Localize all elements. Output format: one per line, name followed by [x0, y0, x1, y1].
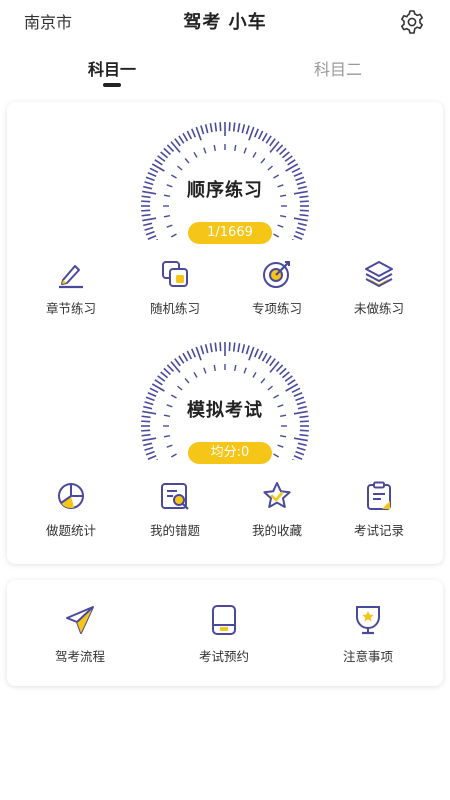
chapter-practice-button[interactable]: 章节练习	[21, 254, 121, 324]
progress-badge: 1/1669	[188, 222, 272, 244]
subject-tabs: 科目一 科目二	[0, 48, 450, 92]
chapter-practice-label: 章节练习	[45, 301, 96, 316]
pie-chart-icon	[58, 483, 84, 509]
paper-plane-icon	[66, 606, 94, 634]
tab-subject-two[interactable]: 科目二	[288, 56, 388, 80]
tablet-icon	[212, 605, 236, 635]
trophy-icon	[356, 606, 380, 635]
statistics-button[interactable]: 做题统计	[21, 476, 121, 546]
tools-card: 驾考流程 考试预约 注意事项	[7, 580, 443, 686]
unanswered-practice-button[interactable]: 未做练习	[329, 254, 429, 324]
pencil-icon	[59, 265, 83, 289]
favorites-button[interactable]: 我的收藏	[227, 476, 327, 546]
practice-card: 顺序练习 1/1669 章节练习 随机练习 专项练习 未做练习 模拟考试 均分:…	[7, 102, 443, 564]
mock-exam-gauge[interactable]: 模拟考试 均分:0	[135, 340, 315, 464]
exam-booking-button[interactable]: 考试预约	[164, 600, 284, 670]
exam-grid: 做题统计 我的错题 我的收藏 考试记录	[7, 476, 443, 546]
topic-practice-label: 专项练习	[251, 301, 302, 316]
unanswered-practice-label: 未做练习	[353, 301, 404, 316]
exam-records-button[interactable]: 考试记录	[329, 476, 429, 546]
layers-icon	[365, 261, 393, 287]
sequential-practice-label: 顺序练习	[187, 180, 263, 201]
sequential-practice-gauge[interactable]: 顺序练习 1/1669	[135, 120, 315, 244]
page-title: 驾考 小车	[183, 12, 267, 33]
tab-active-indicator	[103, 83, 121, 87]
shuffle-cards-icon	[162, 261, 188, 287]
mock-exam-label: 模拟考试	[187, 400, 263, 421]
wrong-questions-button[interactable]: 我的错题	[125, 476, 225, 546]
average-score-badge: 均分:0	[188, 442, 272, 464]
wrong-questions-label: 我的错题	[149, 523, 200, 538]
exam-booking-label: 考试预约	[198, 649, 249, 664]
random-practice-button[interactable]: 随机练习	[125, 254, 225, 324]
exam-process-button[interactable]: 驾考流程	[20, 600, 140, 670]
notes-button[interactable]: 注意事项	[308, 600, 428, 670]
practice-grid: 章节练习 随机练习 专项练习 未做练习	[7, 254, 443, 324]
star-icon	[263, 482, 291, 508]
header: 南京市 驾考 小车	[0, 0, 450, 42]
gear-icon	[401, 10, 423, 34]
topic-practice-button[interactable]: 专项练习	[227, 254, 327, 324]
error-search-icon	[161, 483, 189, 510]
target-icon	[263, 261, 290, 288]
exam-records-label: 考试记录	[353, 523, 404, 538]
notes-label: 注意事项	[342, 649, 393, 664]
statistics-label: 做题统计	[45, 523, 96, 538]
settings-button[interactable]	[398, 8, 426, 36]
random-practice-label: 随机练习	[149, 301, 200, 316]
exam-process-label: 驾考流程	[54, 649, 105, 664]
tab-subject-one[interactable]: 科目一	[62, 56, 162, 80]
clipboard-icon	[367, 481, 391, 510]
favorites-label: 我的收藏	[251, 523, 302, 538]
